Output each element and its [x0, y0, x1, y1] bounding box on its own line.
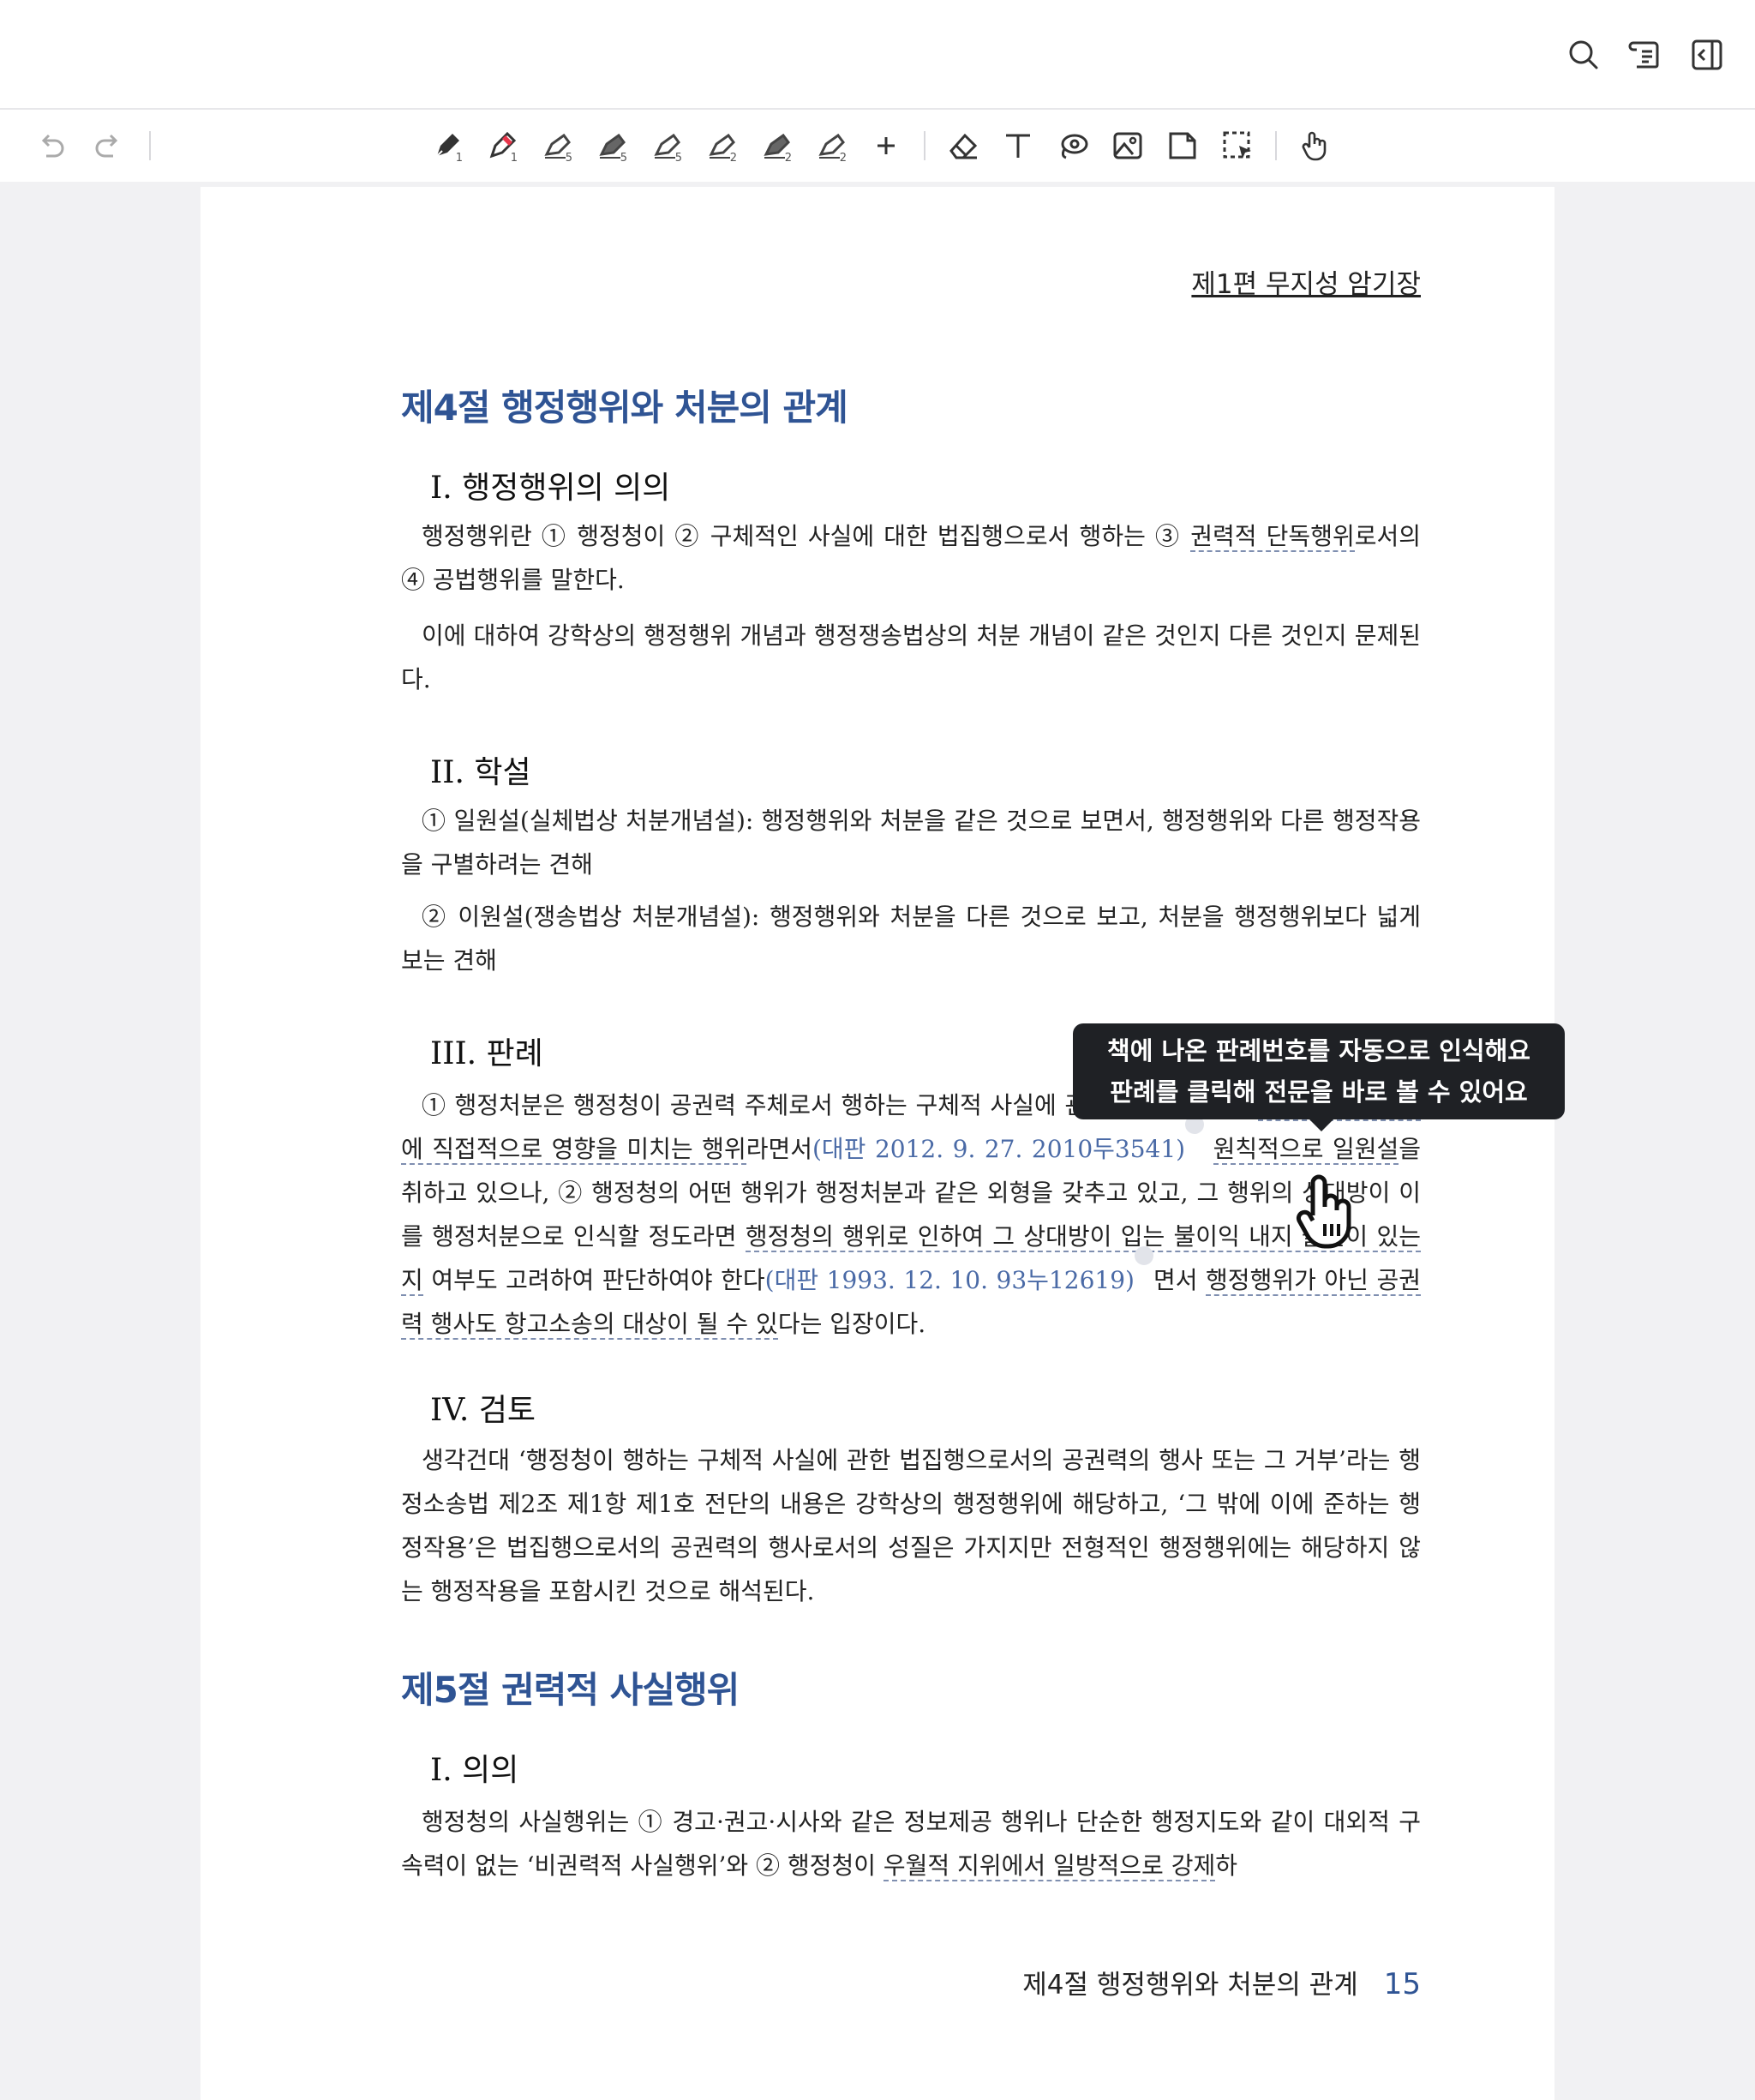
text-run — [1204, 1135, 1213, 1163]
page-number: 15 — [1383, 1967, 1421, 2001]
text-run: 여부도 고려하여 판단하여야 한다 — [422, 1266, 765, 1294]
paragraph: 행정행위란 ① 행정청이 ② 구체적인 사실에 대한 법집행으로서 행하는 ③ … — [401, 514, 1421, 602]
case-recognition-tooltip: 책에 나온 판례번호를 자동으로 인식해요 판례를 클릭해 전문을 바로 볼 수… — [1073, 1023, 1565, 1131]
drawing-toolbar: 1 1 5 5 5 2 2 2 — [0, 110, 1755, 182]
pen-size-label: 2 — [784, 152, 792, 165]
redo-icon[interactable] — [82, 123, 134, 168]
pen-size-label: 5 — [674, 152, 682, 165]
pen-tools: 1 1 5 5 5 2 2 2 — [420, 123, 1342, 168]
tooltip-line: 책에 나온 판례번호를 자동으로 인식해요 — [1107, 1036, 1530, 1065]
pen-size-label: 1 — [455, 152, 463, 165]
case-citation-link[interactable]: (대판 2012. 9. 27. 2010두3541) — [812, 1135, 1185, 1163]
top-bar — [0, 0, 1755, 110]
magnifier-icon[interactable] — [1134, 1246, 1153, 1265]
underlined-text: 원칙적으로 일원설 — [1213, 1135, 1399, 1165]
sticky-note-icon[interactable] — [1155, 123, 1210, 168]
text-run: 면서 — [1153, 1266, 1207, 1294]
underlined-text: 권력적 단독행위 — [1190, 522, 1355, 552]
highlighter-icon[interactable]: 2 — [749, 123, 804, 168]
highlighter-icon[interactable]: 5 — [530, 123, 584, 168]
paragraph: 생각건대 ‘행정청이 행하는 구체적 사실에 관한 법집행으로서의 공권력의 행… — [401, 1446, 1421, 1605]
section-heading: I. 의의 — [430, 1753, 519, 1788]
top-bar-actions — [1561, 33, 1729, 77]
section-heading: II. 학설 — [430, 755, 531, 790]
highlighter-icon[interactable]: 2 — [804, 123, 859, 168]
chapter-5-title: 제5절 권력적 사실행위 — [401, 1669, 740, 1711]
hand-tool-icon[interactable] — [1287, 123, 1342, 168]
pen-size-label: 2 — [729, 152, 737, 165]
footer-chapter-title: 제4절 행정행위와 처분의 관계 — [1022, 1970, 1358, 2001]
paragraph: 이에 대하여 강학상의 행정행위 개념과 행정쟁송법상의 처분 개념이 같은 것… — [401, 621, 1421, 693]
area-select-icon[interactable] — [1210, 123, 1265, 168]
highlighter-icon[interactable]: 2 — [694, 123, 749, 168]
eraser-icon[interactable] — [936, 123, 991, 168]
pen-size-label: 5 — [620, 152, 627, 165]
section-heading: IV. 검토 — [430, 1393, 536, 1428]
section-heading: III. 판례 — [430, 1036, 543, 1071]
pen-size-label: 1 — [510, 152, 518, 165]
tooltip-line: 판례를 클릭해 전문을 바로 볼 수 있어요 — [1110, 1077, 1528, 1107]
page-footer: 제4절 행정행위와 처분의 관계 15 — [1022, 1963, 1421, 2001]
book-page: 제1편 무지성 암기장 제4절 행정행위와 처분의 관계 I. 행정행위의 의의… — [201, 187, 1554, 2100]
case-citation-link[interactable]: (대판 1993. 12. 10. 93누12619) — [765, 1266, 1135, 1294]
paragraph: ① 일원설(실체법상 처분개념설): 행정행위와 처분을 같은 것으로 보면서,… — [401, 807, 1421, 879]
pen-size-label: 2 — [839, 152, 847, 165]
toolbar-divider — [149, 131, 151, 160]
highlighter-icon[interactable]: 5 — [639, 123, 694, 168]
toolbar-divider — [924, 131, 925, 160]
history-controls — [26, 123, 161, 168]
add-pen-icon[interactable] — [859, 123, 913, 168]
lasso-tool-icon[interactable] — [1045, 123, 1100, 168]
hand-pointer-cursor-icon — [1296, 1173, 1359, 1255]
paragraph: ① 행정처분은 행정청이 공권력 주체로서 행하는 구체적 사실에 관한 법집행… — [401, 1083, 1421, 1346]
text-run: 다는 입장이다. — [777, 1310, 926, 1338]
side-panel-toggle-icon[interactable] — [1685, 33, 1729, 77]
underlined-text: 우월적 지위에서 일방적으로 강제 — [883, 1851, 1216, 1881]
undo-icon[interactable] — [26, 123, 77, 168]
highlighter-icon[interactable]: 5 — [584, 123, 639, 168]
text-run: 하 — [1215, 1851, 1237, 1880]
text-run: 라면서 — [746, 1135, 812, 1163]
pen-size-label: 5 — [565, 152, 572, 165]
search-icon[interactable] — [1561, 33, 1606, 77]
pen-black-icon[interactable]: 1 — [420, 123, 475, 168]
toolbar-divider — [1275, 131, 1277, 160]
chapter-4-title: 제4절 행정행위와 처분의 관계 — [401, 387, 848, 429]
text-tool-icon[interactable] — [991, 123, 1045, 168]
paragraph: ② 이원설(쟁송법상 처분개념설): 행정행위와 처분을 다른 것으로 보고, … — [401, 903, 1421, 975]
section-heading: I. 행정행위의 의의 — [430, 471, 671, 506]
part-header-link[interactable]: 제1편 무지성 암기장 — [1191, 262, 1421, 301]
table-of-contents-icon[interactable] — [1623, 33, 1668, 77]
paragraph: 행정청의 사실행위는 ① 경고·권고·시사와 같은 정보제공 행위나 단순한 행… — [401, 1800, 1421, 1887]
pen-red-icon[interactable]: 1 — [475, 123, 530, 168]
image-tool-icon[interactable] — [1100, 123, 1155, 168]
text-run: 행정행위란 ① 행정청이 ② 구체적인 사실에 대한 법집행으로서 행하는 ③ — [422, 522, 1191, 550]
